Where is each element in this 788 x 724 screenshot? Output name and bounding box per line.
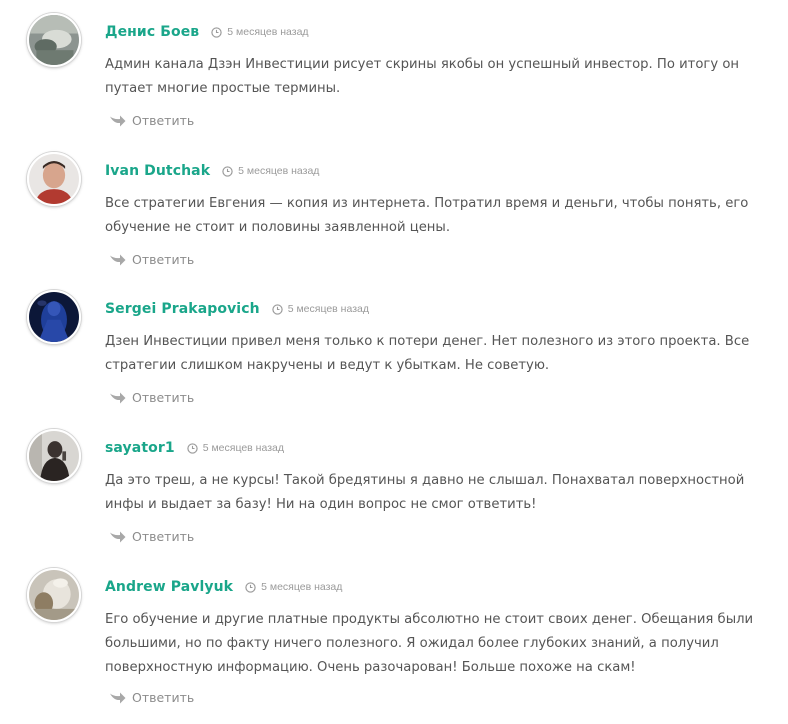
avatar[interactable]	[27, 152, 81, 206]
comment-author[interactable]: Денис Боев	[105, 24, 199, 40]
clock-icon	[272, 303, 283, 315]
clock-icon	[187, 442, 198, 454]
reply-label: Ответить	[132, 389, 195, 405]
reply-button[interactable]: Ответить	[109, 526, 194, 546]
comment-meta: Andrew Pavlyuk 5 месяцев назад	[105, 577, 342, 597]
avatar[interactable]	[27, 429, 81, 483]
comment-author[interactable]: Ivan Dutchak	[105, 163, 210, 179]
user-photo-icon	[29, 154, 79, 204]
comment-meta: sayator1 5 месяцев назад	[105, 438, 284, 458]
comment-text: Да это треш, а не курсы! Такой бредятины…	[105, 473, 745, 512]
reply-arrow-icon	[109, 114, 126, 127]
reply-arrow-icon	[109, 530, 126, 543]
comment-time: 5 месяцев назад	[202, 442, 284, 454]
comment-time: 5 месяцев назад	[227, 26, 309, 38]
reply-label: Ответить	[132, 528, 195, 544]
reply-button[interactable]: Ответить	[109, 387, 194, 407]
user-photo-icon	[29, 292, 79, 342]
user-photo-icon	[29, 431, 79, 481]
user-photo-icon	[29, 15, 79, 65]
reply-arrow-icon	[109, 253, 126, 266]
reply-label: Ответить	[132, 689, 195, 705]
reply-button[interactable]: Ответить	[109, 110, 194, 130]
reply-label: Ответить	[132, 112, 195, 128]
reply-arrow-icon	[109, 391, 126, 404]
reply-button[interactable]: Ответить	[109, 249, 194, 269]
reply-arrow-icon	[109, 691, 126, 704]
avatar[interactable]	[27, 568, 81, 622]
comment-author[interactable]: Andrew Pavlyuk	[105, 579, 233, 595]
user-photo-icon	[29, 570, 79, 620]
comment-time: 5 месяцев назад	[238, 165, 320, 177]
comment-author[interactable]: sayator1	[105, 440, 175, 456]
comment-text: Админ канала Дзэн Инвестиции рисует скри…	[105, 57, 740, 96]
comment-time: 5 месяцев назад	[287, 303, 369, 315]
comment-text: Его обучение и другие платные продукты а…	[105, 612, 754, 675]
comment-text: Дзен Инвестиции привел меня только к пот…	[105, 334, 750, 373]
reply-button[interactable]: Ответить	[109, 687, 194, 707]
comment-meta: Sergei Prakapovich 5 месяцев назад	[105, 299, 369, 319]
avatar[interactable]	[27, 13, 81, 67]
comment-meta: Ivan Dutchak 5 месяцев назад	[105, 161, 319, 181]
comment-meta: Денис Боев 5 месяцев назад	[105, 22, 309, 42]
clock-icon	[222, 165, 233, 177]
clock-icon	[211, 26, 222, 38]
comment-text: Все стратегии Евгения — копия из интерне…	[105, 196, 749, 235]
clock-icon	[245, 581, 256, 593]
comment-author[interactable]: Sergei Prakapovich	[105, 301, 260, 317]
avatar[interactable]	[27, 290, 81, 344]
comment-time: 5 месяцев назад	[261, 581, 343, 593]
reply-label: Ответить	[132, 251, 195, 267]
